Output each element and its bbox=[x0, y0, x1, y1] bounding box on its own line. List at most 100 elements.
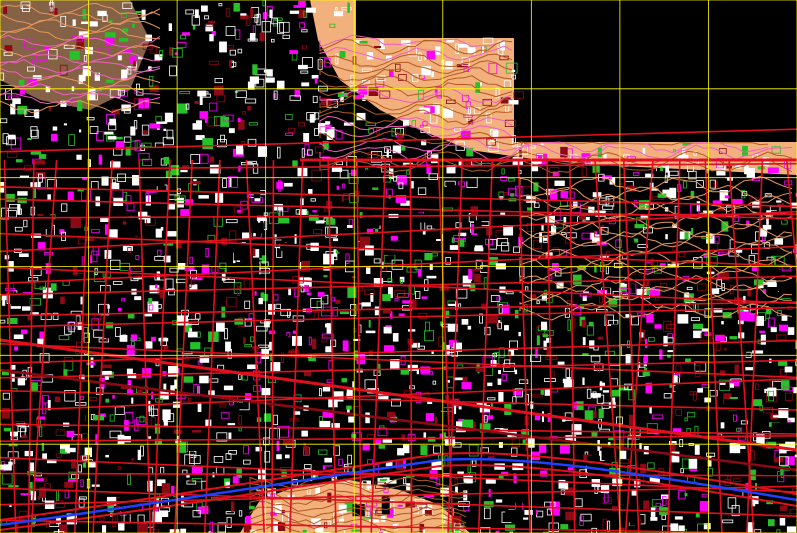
city-block bbox=[269, 9, 273, 18]
city-block bbox=[151, 336, 156, 342]
city-block bbox=[560, 524, 569, 530]
city-block bbox=[64, 481, 74, 488]
city-block bbox=[227, 423, 236, 426]
city-block bbox=[230, 501, 235, 512]
city-block bbox=[347, 2, 350, 13]
city-cad-map[interactable] bbox=[0, 0, 797, 533]
city-block bbox=[379, 478, 388, 481]
city-block bbox=[598, 408, 604, 419]
city-block bbox=[259, 32, 265, 42]
city-block bbox=[205, 24, 214, 32]
city-block bbox=[361, 302, 371, 307]
city-block bbox=[187, 331, 198, 338]
city-block bbox=[55, 396, 61, 403]
city-block bbox=[197, 90, 207, 97]
city-block bbox=[142, 368, 152, 378]
city-block bbox=[770, 327, 777, 333]
building-footprint bbox=[280, 243, 292, 251]
city-block bbox=[474, 245, 483, 250]
city-block bbox=[246, 515, 251, 525]
city-block bbox=[732, 199, 743, 204]
city-block bbox=[82, 8, 87, 20]
city-block bbox=[538, 443, 547, 453]
city-block bbox=[265, 77, 275, 83]
city-block bbox=[148, 400, 151, 412]
city-block bbox=[119, 334, 128, 342]
city-block bbox=[326, 323, 331, 334]
city-block bbox=[793, 387, 797, 394]
city-block bbox=[229, 60, 232, 68]
city-block bbox=[223, 385, 234, 391]
city-block bbox=[27, 138, 32, 141]
city-block bbox=[180, 169, 188, 173]
city-block bbox=[689, 469, 698, 472]
city-block bbox=[490, 360, 497, 367]
city-block bbox=[160, 227, 164, 231]
city-block bbox=[785, 456, 795, 465]
city-block bbox=[254, 291, 257, 296]
city-block bbox=[237, 118, 241, 123]
city-block bbox=[650, 517, 658, 521]
city-block bbox=[89, 21, 98, 27]
city-block bbox=[303, 133, 310, 142]
city-block bbox=[757, 166, 765, 170]
building-footprint bbox=[568, 257, 579, 267]
city-block bbox=[131, 397, 134, 404]
city-block bbox=[82, 462, 87, 468]
city-block bbox=[541, 321, 548, 330]
city-block bbox=[285, 454, 290, 459]
city-block bbox=[514, 369, 518, 375]
city-block bbox=[677, 314, 689, 324]
city-block bbox=[335, 299, 341, 304]
city-block bbox=[756, 315, 764, 326]
city-block bbox=[261, 348, 270, 359]
city-block bbox=[196, 120, 202, 124]
city-block bbox=[449, 245, 459, 250]
city-block bbox=[192, 430, 202, 433]
city-block bbox=[118, 308, 122, 312]
city-block bbox=[347, 287, 357, 298]
city-block bbox=[471, 268, 481, 271]
city-block bbox=[205, 114, 208, 123]
city-block bbox=[447, 380, 450, 383]
city-block bbox=[541, 224, 544, 231]
city-block bbox=[508, 351, 511, 361]
city-block bbox=[382, 439, 392, 443]
city-block bbox=[19, 253, 29, 257]
city-block bbox=[325, 121, 331, 125]
city-block bbox=[194, 101, 199, 105]
city-block bbox=[119, 37, 129, 42]
city-block bbox=[34, 160, 45, 165]
city-block bbox=[112, 395, 115, 399]
city-block bbox=[177, 315, 188, 326]
city-block bbox=[309, 114, 315, 123]
city-block bbox=[693, 330, 702, 339]
city-block bbox=[90, 255, 93, 264]
city-block bbox=[52, 126, 58, 131]
building-footprint bbox=[771, 422, 793, 429]
city-block bbox=[786, 526, 797, 533]
city-block bbox=[126, 352, 131, 356]
city-block bbox=[154, 54, 163, 61]
city-block bbox=[276, 454, 282, 460]
city-block bbox=[306, 7, 316, 13]
city-block bbox=[194, 9, 199, 18]
city-block bbox=[134, 296, 142, 301]
building-footprint bbox=[611, 324, 625, 341]
city-block bbox=[312, 210, 317, 213]
city-block bbox=[105, 398, 110, 403]
city-block bbox=[60, 296, 65, 305]
city-block bbox=[324, 457, 332, 463]
city-block bbox=[242, 232, 250, 239]
city-block bbox=[160, 292, 164, 299]
city-block bbox=[445, 61, 453, 70]
city-block bbox=[97, 10, 107, 17]
city-block bbox=[137, 449, 141, 461]
city-block bbox=[151, 391, 154, 400]
city-block bbox=[767, 167, 779, 174]
city-block bbox=[719, 382, 726, 385]
city-block bbox=[340, 311, 350, 314]
city-block bbox=[426, 275, 437, 279]
city-block bbox=[420, 445, 428, 455]
city-block bbox=[338, 504, 347, 513]
